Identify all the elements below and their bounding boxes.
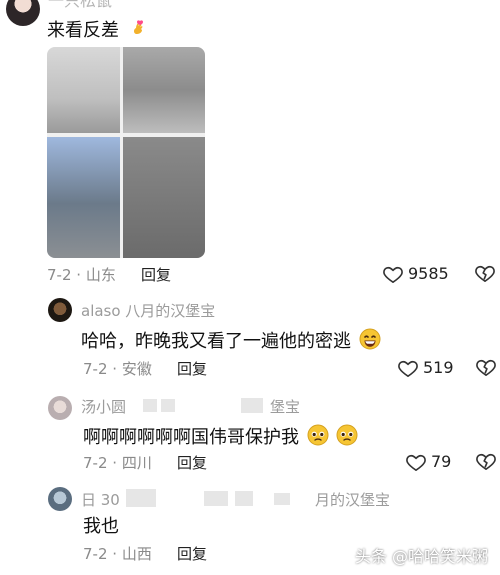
- photo-4[interactable]: [123, 137, 205, 258]
- meta-separator: ·: [76, 266, 82, 284]
- avatar[interactable]: [6, 0, 40, 26]
- comment-text: 哈哈，昨晚我又看了一遍他的密逃: [81, 328, 381, 356]
- like-button[interactable]: 519: [397, 358, 454, 378]
- comment-meta: 7-2 · 安徽: [83, 360, 152, 378]
- username-left[interactable]: 日 30: [81, 491, 120, 509]
- redaction-block: [204, 491, 228, 506]
- comment-text: 来看反差: [47, 18, 149, 44]
- broken-heart-icon: [476, 359, 496, 376]
- comment-location: 安徽: [121, 360, 152, 378]
- finger-heart-emoji-icon: [129, 18, 149, 44]
- username[interactable]: 一只松鼠: [48, 0, 112, 10]
- meta-separator: ·: [112, 360, 118, 378]
- comment-date: 7-2: [83, 360, 108, 378]
- comment-date: 7-2: [83, 545, 108, 563]
- comment-date: 7-2: [83, 454, 108, 472]
- reply-button[interactable]: 回复: [141, 266, 171, 284]
- username-right[interactable]: 月的汉堡宝: [315, 491, 390, 509]
- redaction-block: [161, 399, 175, 412]
- heart-icon: [406, 454, 426, 471]
- like-count: 9585: [408, 264, 449, 283]
- photo-2[interactable]: [123, 47, 205, 133]
- comment-text-content: 来看反差: [47, 20, 119, 41]
- like-count: 519: [423, 358, 454, 377]
- username-right[interactable]: 堡宝: [270, 398, 300, 416]
- comment-text-content: 哈哈，昨晚我又看了一遍他的密逃: [81, 331, 351, 352]
- reply-button[interactable]: 回复: [177, 545, 207, 563]
- like-button[interactable]: 9585: [382, 264, 449, 284]
- username[interactable]: alaso 八月的汉堡宝: [81, 302, 215, 320]
- redaction-block: [143, 399, 157, 412]
- pleading-emoji-icon: [336, 424, 358, 452]
- reply-button[interactable]: 回复: [177, 360, 207, 378]
- heart-icon: [398, 360, 418, 377]
- redaction-block: [235, 491, 253, 506]
- comment-text: 我也: [83, 516, 119, 537]
- watermark: 头条 @哈哈笑米粥: [354, 547, 488, 566]
- redaction-block: [274, 493, 290, 505]
- redaction-block: [241, 398, 263, 413]
- username-left[interactable]: 汤小圆: [81, 398, 126, 416]
- dislike-button[interactable]: [475, 451, 497, 475]
- dislike-button[interactable]: [474, 263, 496, 287]
- comment-text-content: 啊啊啊啊啊啊国伟哥保护我: [83, 427, 299, 448]
- comment-location: 山东: [85, 266, 116, 284]
- like-button[interactable]: 79: [405, 452, 451, 472]
- grinning-emoji-icon: [359, 328, 381, 356]
- comment-meta: 7-2 · 山东: [47, 266, 116, 284]
- broken-heart-icon: [476, 453, 496, 470]
- avatar[interactable]: [48, 298, 72, 322]
- broken-heart-icon: [475, 265, 495, 282]
- reply-button[interactable]: 回复: [177, 454, 207, 472]
- media-grid[interactable]: [47, 47, 205, 258]
- avatar[interactable]: [48, 396, 72, 420]
- meta-separator: ·: [112, 454, 118, 472]
- photo-3[interactable]: [47, 137, 120, 258]
- comment-text: 啊啊啊啊啊啊国伟哥保护我: [83, 424, 358, 452]
- photo-1[interactable]: [47, 47, 120, 133]
- comment-meta: 7-2 · 山西: [83, 545, 152, 563]
- avatar[interactable]: [48, 487, 72, 511]
- heart-icon: [383, 266, 403, 283]
- redaction-block: [126, 489, 156, 507]
- comment-location: 山西: [121, 545, 152, 563]
- dislike-button[interactable]: [475, 357, 497, 381]
- comment-meta: 7-2 · 四川: [83, 454, 152, 472]
- like-count: 79: [431, 452, 452, 471]
- meta-separator: ·: [112, 545, 118, 563]
- pleading-emoji-icon: [307, 424, 329, 452]
- comment-date: 7-2: [47, 266, 72, 284]
- comment-location: 四川: [121, 454, 152, 472]
